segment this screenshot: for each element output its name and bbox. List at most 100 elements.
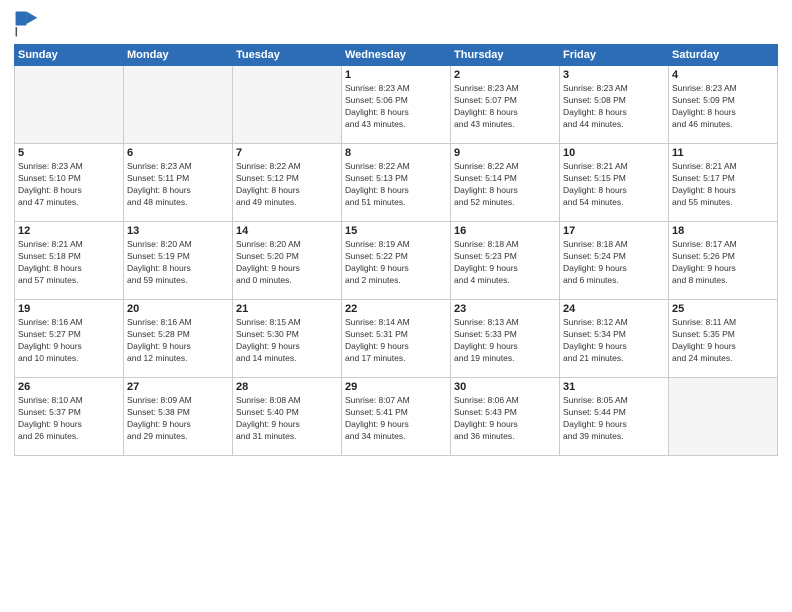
day-info: Sunrise: 8:14 AM Sunset: 5:31 PM Dayligh…	[345, 317, 447, 365]
day-cell: 23 Sunrise: 8:13 AM Sunset: 5:33 PM Dayli…	[451, 300, 560, 378]
day-info: Sunrise: 8:23 AM Sunset: 5:06 PM Dayligh…	[345, 83, 447, 131]
day-info: Sunrise: 8:23 AM Sunset: 5:07 PM Dayligh…	[454, 83, 556, 131]
day-number: 16	[454, 225, 556, 237]
weekday-tuesday: Tuesday	[233, 45, 342, 66]
day-info: Sunrise: 8:21 AM Sunset: 5:18 PM Dayligh…	[18, 239, 120, 287]
day-cell: 5Sunrise: 8:23 AM Sunset: 5:10 PM Daylig…	[15, 144, 124, 222]
day-cell	[15, 66, 124, 144]
day-number: 30	[454, 381, 556, 393]
day-number: 21	[236, 303, 338, 315]
day-number: 14	[236, 225, 338, 237]
day-info: Sunrise: 8:19 AM Sunset: 5:22 PM Dayligh…	[345, 239, 447, 287]
day-number: 2	[454, 69, 556, 81]
day-cell: 15 Sunrise: 8:19 AM Sunset: 5:22 PM Dayli…	[342, 222, 451, 300]
weekday-wednesday: Wednesday	[342, 45, 451, 66]
day-number: 26	[18, 381, 120, 393]
day-cell: 26 Sunrise: 8:10 AM Sunset: 5:37 PM Dayli…	[15, 378, 124, 456]
day-cell: 8Sunrise: 8:22 AM Sunset: 5:13 PM Daylig…	[342, 144, 451, 222]
day-number: 6	[127, 147, 229, 159]
day-info: Sunrise: 8:23 AM Sunset: 5:11 PM Dayligh…	[127, 161, 229, 209]
day-info: Sunrise: 8:13 AM Sunset: 5:33 PM Dayligh…	[454, 317, 556, 365]
weekday-thursday: Thursday	[451, 45, 560, 66]
day-info: Sunrise: 8:09 AM Sunset: 5:38 PM Dayligh…	[127, 395, 229, 443]
day-cell: 20Sunrise: 8:16 AM Sunset: 5:28 PM Dayli…	[124, 300, 233, 378]
day-cell: 2 Sunrise: 8:23 AM Sunset: 5:07 PM Daylig…	[451, 66, 560, 144]
day-cell: 1 Sunrise: 8:23 AM Sunset: 5:06 PM Daylig…	[342, 66, 451, 144]
day-info: Sunrise: 8:21 AM Sunset: 5:15 PM Dayligh…	[563, 161, 665, 209]
day-cell: 24 Sunrise: 8:12 AM Sunset: 5:34 PM Dayli…	[560, 300, 669, 378]
day-info: Sunrise: 8:06 AM Sunset: 5:43 PM Dayligh…	[454, 395, 556, 443]
day-cell: 4 Sunrise: 8:23 AM Sunset: 5:09 PM Daylig…	[669, 66, 778, 144]
day-number: 24	[563, 303, 665, 315]
weekday-header-row: SundayMondayTuesdayWednesdayThursdayFrid…	[15, 45, 778, 66]
day-info: Sunrise: 8:23 AM Sunset: 5:10 PM Dayligh…	[18, 161, 120, 209]
day-cell: 22Sunrise: 8:14 AM Sunset: 5:31 PM Dayli…	[342, 300, 451, 378]
day-cell: 30 Sunrise: 8:06 AM Sunset: 5:43 PM Dayli…	[451, 378, 560, 456]
day-info: Sunrise: 8:23 AM Sunset: 5:09 PM Dayligh…	[672, 83, 774, 131]
day-info: Sunrise: 8:20 AM Sunset: 5:19 PM Dayligh…	[127, 239, 229, 287]
day-cell: 17Sunrise: 8:18 AM Sunset: 5:24 PM Dayli…	[560, 222, 669, 300]
day-cell: 10 Sunrise: 8:21 AM Sunset: 5:15 PM Dayli…	[560, 144, 669, 222]
day-number: 13	[127, 225, 229, 237]
day-number: 12	[18, 225, 120, 237]
day-info: Sunrise: 8:22 AM Sunset: 5:12 PM Dayligh…	[236, 161, 338, 209]
day-number: 9	[454, 147, 556, 159]
day-cell: 16 Sunrise: 8:18 AM Sunset: 5:23 PM Dayli…	[451, 222, 560, 300]
week-row-2: 5Sunrise: 8:23 AM Sunset: 5:10 PM Daylig…	[15, 144, 778, 222]
calendar-container: SundayMondayTuesdayWednesdayThursdayFrid…	[0, 0, 792, 612]
week-row-4: 19 Sunrise: 8:16 AM Sunset: 5:27 PM Dayli…	[15, 300, 778, 378]
day-info: Sunrise: 8:16 AM Sunset: 5:27 PM Dayligh…	[18, 317, 120, 365]
day-info: Sunrise: 8:20 AM Sunset: 5:20 PM Dayligh…	[236, 239, 338, 287]
day-cell: 13 Sunrise: 8:20 AM Sunset: 5:19 PM Dayli…	[124, 222, 233, 300]
day-info: Sunrise: 8:18 AM Sunset: 5:23 PM Dayligh…	[454, 239, 556, 287]
day-number: 4	[672, 69, 774, 81]
day-cell	[669, 378, 778, 456]
day-info: Sunrise: 8:16 AM Sunset: 5:28 PM Dayligh…	[127, 317, 229, 365]
day-number: 10	[563, 147, 665, 159]
day-number: 8	[345, 147, 447, 159]
day-info: Sunrise: 8:10 AM Sunset: 5:37 PM Dayligh…	[18, 395, 120, 443]
day-cell: 9 Sunrise: 8:22 AM Sunset: 5:14 PM Daylig…	[451, 144, 560, 222]
day-number: 19	[18, 303, 120, 315]
day-number: 28	[236, 381, 338, 393]
weekday-friday: Friday	[560, 45, 669, 66]
day-number: 27	[127, 381, 229, 393]
day-cell: 27 Sunrise: 8:09 AM Sunset: 5:38 PM Dayli…	[124, 378, 233, 456]
day-cell	[124, 66, 233, 144]
day-number: 1	[345, 69, 447, 81]
day-number: 29	[345, 381, 447, 393]
day-cell: 28 Sunrise: 8:08 AM Sunset: 5:40 PM Dayli…	[233, 378, 342, 456]
day-info: Sunrise: 8:21 AM Sunset: 5:17 PM Dayligh…	[672, 161, 774, 209]
weekday-saturday: Saturday	[669, 45, 778, 66]
day-info: Sunrise: 8:17 AM Sunset: 5:26 PM Dayligh…	[672, 239, 774, 287]
day-cell: 6 Sunrise: 8:23 AM Sunset: 5:11 PM Daylig…	[124, 144, 233, 222]
header	[14, 10, 778, 38]
day-number: 25	[672, 303, 774, 315]
day-cell: 11 Sunrise: 8:21 AM Sunset: 5:17 PM Dayli…	[669, 144, 778, 222]
calendar-table: SundayMondayTuesdayWednesdayThursdayFrid…	[14, 44, 778, 456]
day-info: Sunrise: 8:12 AM Sunset: 5:34 PM Dayligh…	[563, 317, 665, 365]
logo-icon	[14, 10, 42, 38]
day-cell: 7 Sunrise: 8:22 AM Sunset: 5:12 PM Daylig…	[233, 144, 342, 222]
day-number: 23	[454, 303, 556, 315]
day-cell	[233, 66, 342, 144]
day-number: 17	[563, 225, 665, 237]
day-number: 7	[236, 147, 338, 159]
day-cell: 19 Sunrise: 8:16 AM Sunset: 5:27 PM Dayli…	[15, 300, 124, 378]
day-info: Sunrise: 8:23 AM Sunset: 5:08 PM Dayligh…	[563, 83, 665, 131]
calendar-body: 1 Sunrise: 8:23 AM Sunset: 5:06 PM Daylig…	[15, 66, 778, 456]
day-number: 15	[345, 225, 447, 237]
day-number: 18	[672, 225, 774, 237]
day-info: Sunrise: 8:05 AM Sunset: 5:44 PM Dayligh…	[563, 395, 665, 443]
week-row-3: 12 Sunrise: 8:21 AM Sunset: 5:18 PM Dayli…	[15, 222, 778, 300]
day-info: Sunrise: 8:08 AM Sunset: 5:40 PM Dayligh…	[236, 395, 338, 443]
logo	[14, 10, 46, 38]
day-number: 11	[672, 147, 774, 159]
day-info: Sunrise: 8:22 AM Sunset: 5:14 PM Dayligh…	[454, 161, 556, 209]
day-cell: 21 Sunrise: 8:15 AM Sunset: 5:30 PM Dayli…	[233, 300, 342, 378]
day-info: Sunrise: 8:07 AM Sunset: 5:41 PM Dayligh…	[345, 395, 447, 443]
day-cell: 3Sunrise: 8:23 AM Sunset: 5:08 PM Daylig…	[560, 66, 669, 144]
day-info: Sunrise: 8:15 AM Sunset: 5:30 PM Dayligh…	[236, 317, 338, 365]
day-info: Sunrise: 8:11 AM Sunset: 5:35 PM Dayligh…	[672, 317, 774, 365]
day-cell: 31Sunrise: 8:05 AM Sunset: 5:44 PM Dayli…	[560, 378, 669, 456]
